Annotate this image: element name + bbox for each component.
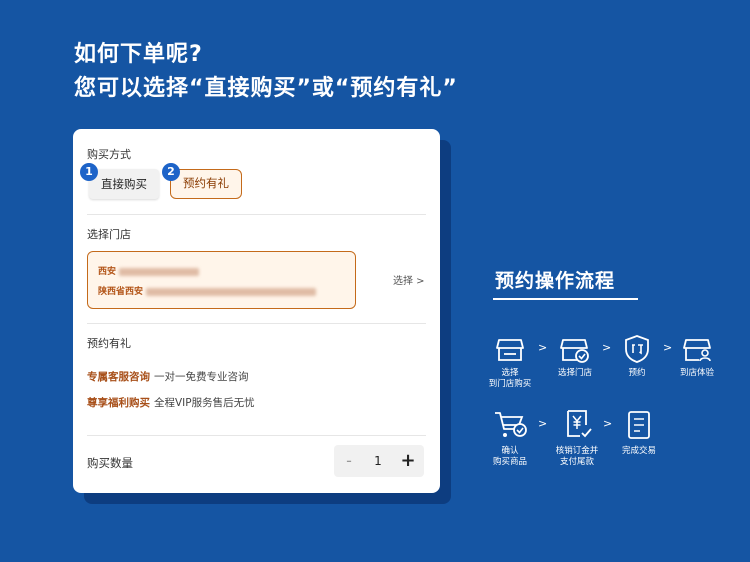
gift-tag: 尊享福利购买 [87,397,150,409]
heading-line1: 如何下单呢? [74,42,203,67]
cart-check-icon [495,412,527,437]
flow-arrow: > [538,341,548,354]
step-label-select-store-buy: 选择 到门店购买 [480,368,540,390]
step-label-reserve: 预约 [628,368,646,378]
flow-title: 预约操作流程 [495,270,616,292]
page-heading: 如何下单呢? 您可以选择“直接购买”或“预约有礼” [74,38,458,106]
heading-line2: 您可以选择“直接购买”或“预约有礼” [74,76,458,101]
step-label-store-experience: 到店体验 [679,368,714,378]
yuan-receipt-icon [567,410,592,438]
selected-store[interactable]: 西安 陕西省西安 [87,251,356,309]
store-city: 西安 [98,267,117,277]
gift-desc: 全程VIP服务售后无忧 [154,397,255,409]
store-address-line: 陕西省西安 [98,284,317,297]
step-label-confirm-purchase: 确认 购买商品 [492,446,527,467]
step-label-select-store: 选择门店 [557,368,592,378]
flow-arrow: > [602,341,612,354]
store-address-prefix: 陕西省西安 [98,287,144,297]
reserve-shield-icon [625,335,649,363]
increment-button[interactable]: + [396,445,420,477]
quantity-stepper: - 1 + [334,445,424,477]
step-badge-1: 1 [80,163,98,181]
gift-row: 专属客服咨询 一对一免费专业咨询 [87,369,249,384]
divider [87,435,426,436]
quantity-label: 购买数量 [87,456,133,470]
store-check-icon [560,339,589,363]
step-badge-2: 2 [162,163,180,181]
step-label-pay-balance: 核销订金并 支付尾款 [555,446,599,467]
gift-tag: 专属客服咨询 [87,371,150,383]
select-store-link[interactable]: 选择 > [393,272,425,287]
divider [87,214,426,215]
store-label: 选择门店 [87,228,131,241]
blurred-store-name [119,267,200,276]
purchase-method-label: 购买方式 [87,148,131,161]
divider [87,323,426,324]
order-card: 购买方式 直接购买 1 预约有礼 2 选择门店 西安 陕西省西安 选择 > 预约… [73,129,440,493]
store-person-icon [683,339,711,362]
blurred-store-address [146,287,317,296]
flow-arrow: > [538,417,548,430]
quantity-value[interactable]: 1 [368,445,388,477]
flow-title-underline [493,298,638,300]
decrement-button[interactable]: - [340,445,358,477]
gift-desc: 一对一免费专业咨询 [154,371,249,383]
store-name-line: 西安 [98,264,200,277]
document-icon [628,411,650,439]
store-icon [496,339,524,361]
flow-arrow: > [603,417,613,430]
gift-row: 尊享福利购买 全程VIP服务售后无忧 [87,395,255,410]
flow-arrow: > [663,341,673,354]
step-label-complete: 完成交易 [621,446,656,456]
gift-label: 预约有礼 [87,337,131,350]
reserve-gift-button[interactable]: 预约有礼 [170,169,242,199]
direct-buy-button[interactable]: 直接购买 [89,169,159,199]
step-label-text: 选择 到门店购买 [488,368,532,389]
